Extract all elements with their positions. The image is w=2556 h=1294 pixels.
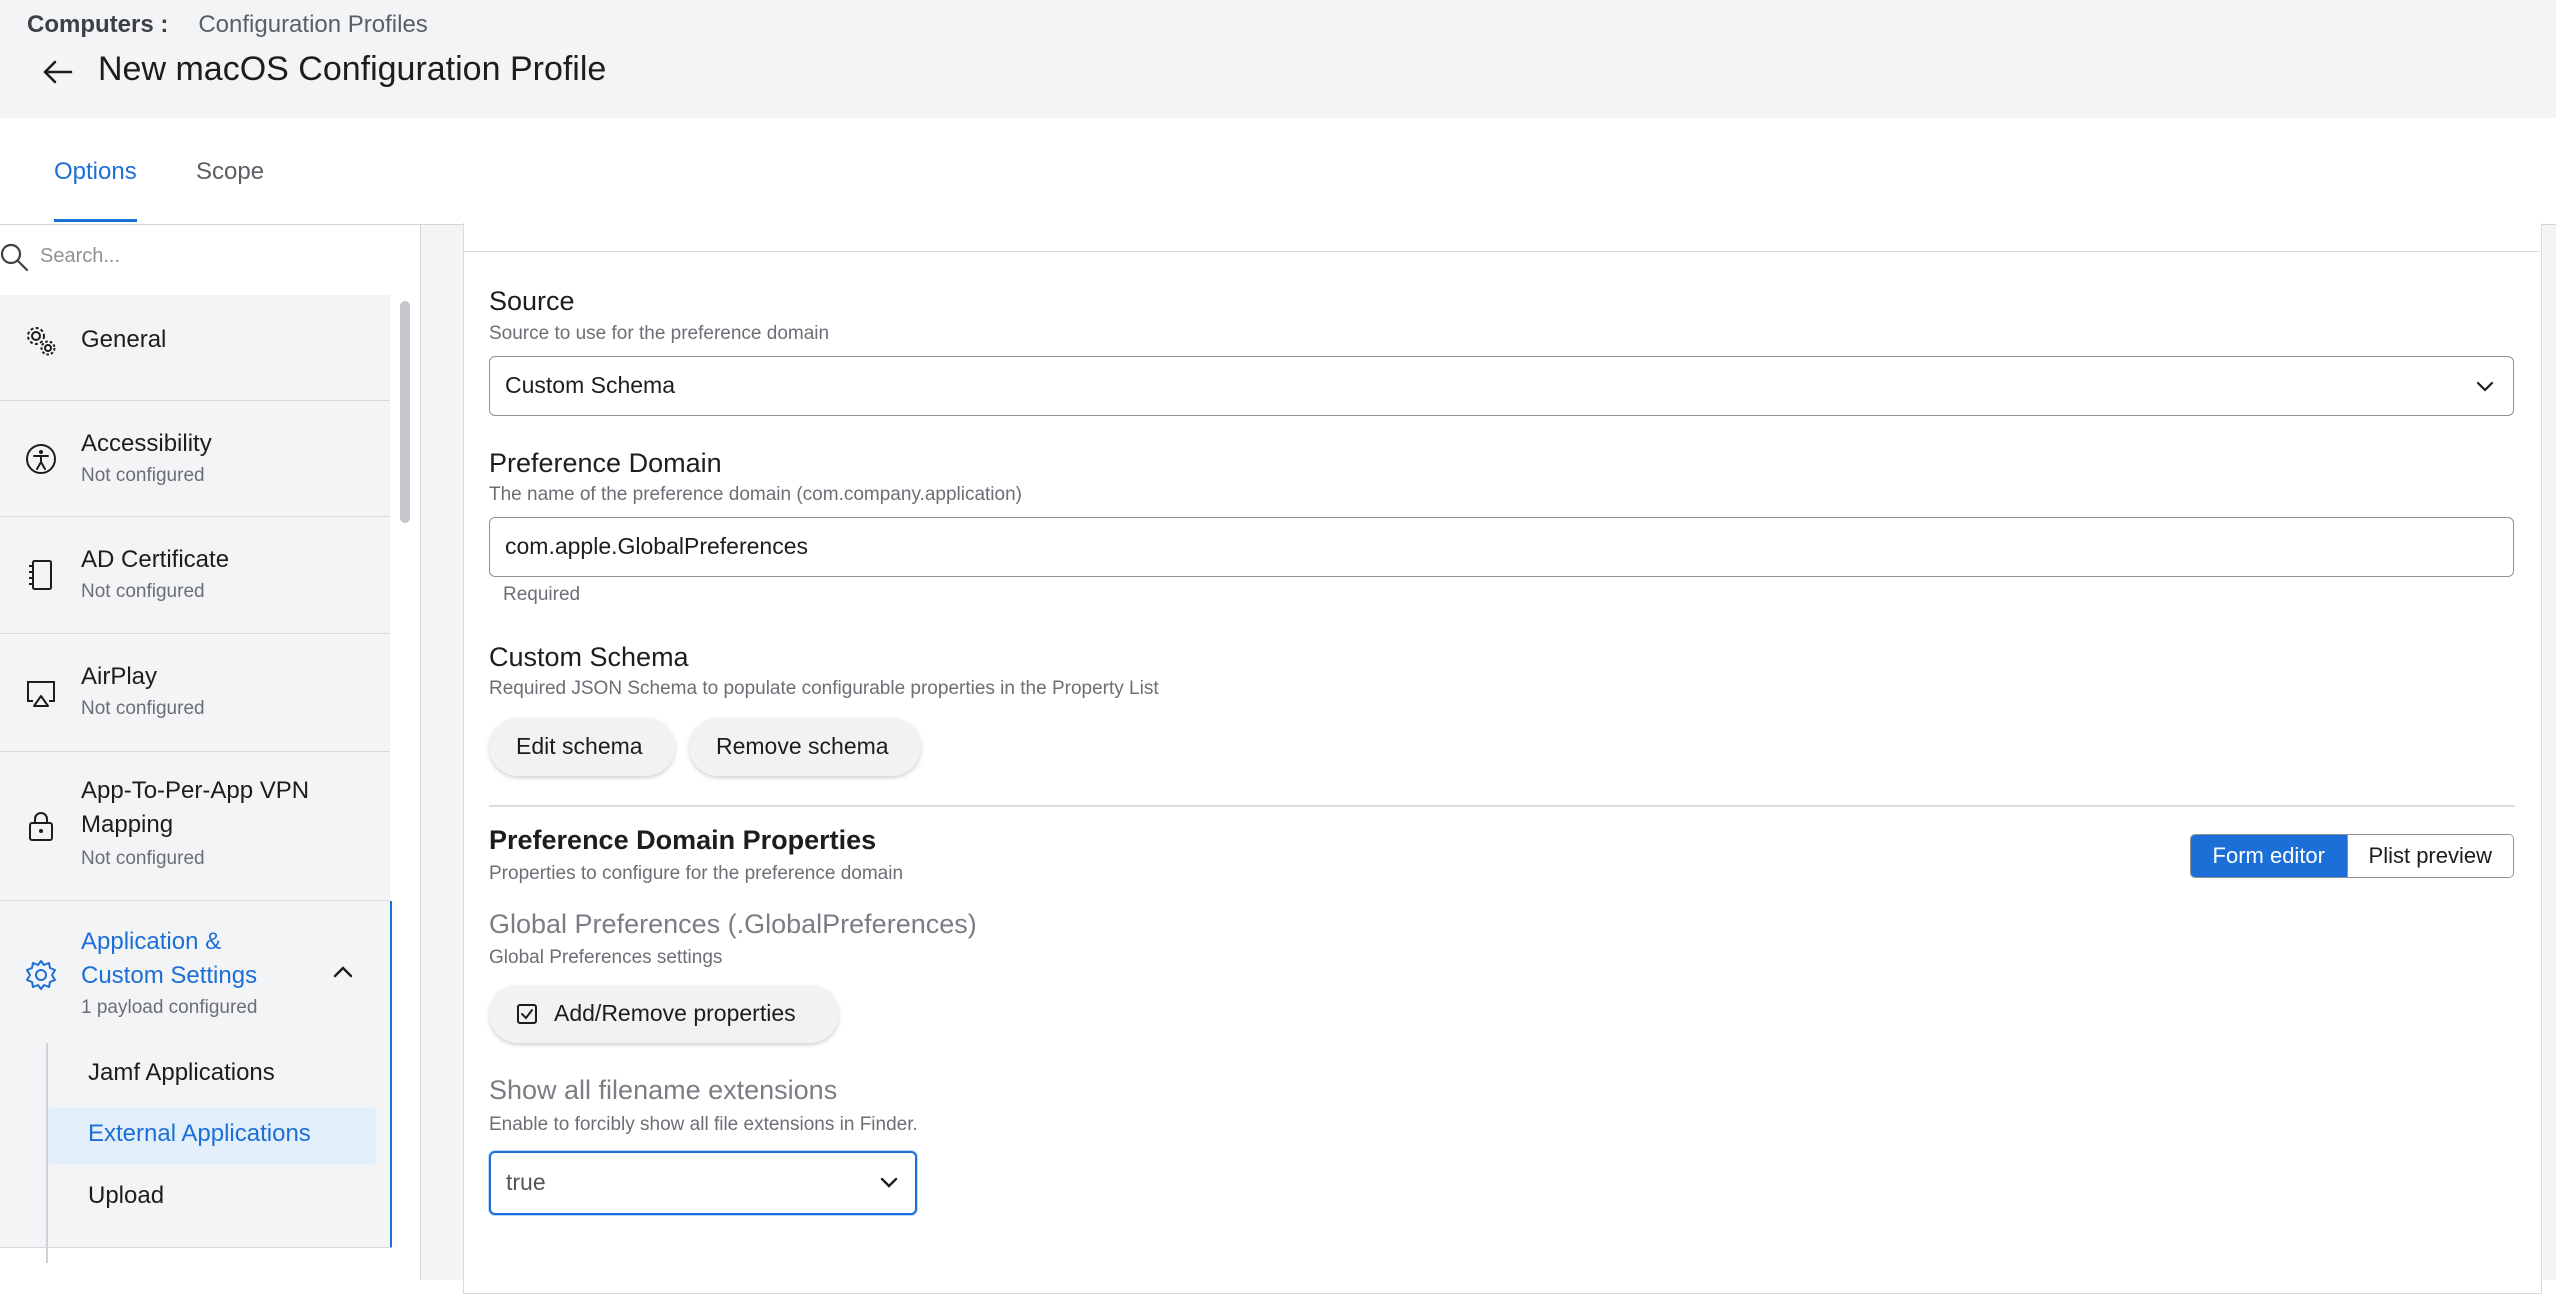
search-icon [0, 243, 29, 272]
tab-bar: Options Scope [0, 118, 2556, 225]
property-field-help: Enable to forcibly show all file extensi… [489, 1114, 918, 1135]
edit-schema-button[interactable]: Edit schema [489, 718, 675, 776]
tab-scope[interactable]: Scope [196, 158, 264, 186]
sidebar-item-accessibility[interactable]: Accessibility Not configured [0, 401, 390, 517]
lock-icon [29, 812, 53, 841]
sidebar-item-application-custom-settings[interactable]: Application & Custom Settings 1 payload … [0, 901, 392, 1263]
domain-properties-heading: Preference Domain Properties [489, 825, 877, 855]
property-group-title: Global Preferences (.GlobalPreferences) [489, 909, 977, 939]
subitem-label: Jamf Applications [88, 1059, 275, 1086]
breadcrumb-parent[interactable]: Computers : [27, 11, 168, 38]
section-divider [489, 805, 2515, 807]
sidebar-item-label: Application & [81, 928, 222, 955]
domain-properties-help: Properties to configure for the preferen… [489, 863, 904, 884]
subitem-upload[interactable]: Upload [48, 1170, 376, 1226]
add-remove-properties-label: Add/Remove properties [554, 1000, 796, 1026]
subitem-label: Upload [88, 1182, 165, 1209]
remove-schema-label: Remove schema [716, 733, 889, 759]
preference-domain-input[interactable]: com.apple.GlobalPreferences [489, 517, 2514, 577]
add-remove-properties-button[interactable]: Add/Remove properties [489, 985, 839, 1043]
custom-schema-help: Required JSON Schema to populate configu… [489, 678, 1159, 699]
show-extensions-select[interactable]: true [489, 1151, 917, 1215]
sidebar-item-label-line2: Mapping [81, 811, 174, 838]
back-arrow-icon[interactable] [40, 55, 74, 89]
sidebar-item-vpn-mapping[interactable]: App-To-Per-App VPN Mapping Not configure… [0, 752, 390, 901]
breadcrumb-current[interactable]: Configuration Profiles [198, 11, 427, 38]
sidebar-item-label: Accessibility [81, 430, 212, 457]
checkbox-icon [517, 1004, 537, 1024]
card-divider [463, 251, 2540, 252]
sidebar-item-airplay[interactable]: AirPlay Not configured [0, 634, 390, 752]
payload-sidebar: General Accessibility Not configured AD … [0, 225, 421, 1280]
sidebar-item-status: 1 payload configured [81, 997, 258, 1018]
search-input[interactable] [38, 239, 402, 273]
subitem-external-applications[interactable]: External Applications [48, 1108, 376, 1164]
remove-schema-button[interactable]: Remove schema [689, 718, 921, 776]
preference-domain-value: com.apple.GlobalPreferences [505, 533, 808, 559]
editor-mode-toggle: Form editor Plist preview [2190, 834, 2514, 878]
preference-domain-help: The name of the preference domain (com.c… [489, 484, 1022, 505]
subitem-jamf-applications[interactable]: Jamf Applications [48, 1047, 376, 1103]
active-tab-indicator [54, 219, 137, 222]
form-editor-button[interactable]: Form editor [2191, 835, 2347, 877]
chevron-up-icon[interactable] [332, 965, 354, 979]
chevron-down-icon [2476, 381, 2494, 392]
sidebar-item-label: General [81, 326, 167, 353]
sidebar-item-ad-certificate[interactable]: AD Certificate Not configured [0, 517, 390, 634]
source-select[interactable]: Custom Schema [489, 356, 2514, 416]
breadcrumb: Computers : Configuration Profiles [27, 11, 428, 39]
sidebar-item-status: Not configured [81, 698, 205, 719]
chevron-down-icon [880, 1177, 898, 1188]
page-header: Computers : Configuration Profiles New ma… [0, 0, 2556, 119]
sidebar-item-label: App-To-Per-App VPN [81, 777, 310, 804]
sidebar-scrollbar-thumb[interactable] [400, 301, 410, 523]
certificate-icon [29, 560, 52, 590]
custom-schema-label: Custom Schema [489, 642, 689, 672]
sidebar-item-status: Not configured [81, 465, 205, 486]
page-title: New macOS Configuration Profile [98, 50, 607, 88]
property-field-label: Show all filename extensions [489, 1075, 838, 1105]
gear-icon [26, 960, 56, 990]
accessibility-icon [26, 444, 56, 474]
sidebar-item-general[interactable]: General [0, 295, 390, 401]
submenu: Jamf Applications External Applications … [0, 1043, 386, 1263]
tab-options[interactable]: Options [54, 158, 137, 186]
sidebar-item-status: Not configured [81, 581, 205, 602]
sidebar-item-status: Not configured [81, 848, 205, 869]
edit-schema-label: Edit schema [516, 733, 643, 759]
source-help: Source to use for the preference domain [489, 323, 830, 344]
property-group-help: Global Preferences settings [489, 947, 723, 968]
payload-list: General Accessibility Not configured AD … [0, 295, 392, 1280]
subitem-label: External Applications [88, 1120, 311, 1147]
sidebar-item-label-line2: Custom Settings [81, 962, 258, 989]
airplay-icon [27, 681, 55, 707]
gears-icon [27, 327, 56, 356]
required-hint: Required [503, 584, 581, 605]
sidebar-item-label: AD Certificate [81, 546, 230, 573]
sidebar-search [0, 225, 418, 289]
show-extensions-value: true [506, 1169, 546, 1195]
source-select-value: Custom Schema [505, 372, 676, 398]
plist-preview-button[interactable]: Plist preview [2346, 835, 2513, 877]
source-label: Source [489, 286, 575, 316]
preference-domain-label: Preference Domain [489, 448, 722, 478]
sidebar-item-label: AirPlay [81, 663, 158, 690]
